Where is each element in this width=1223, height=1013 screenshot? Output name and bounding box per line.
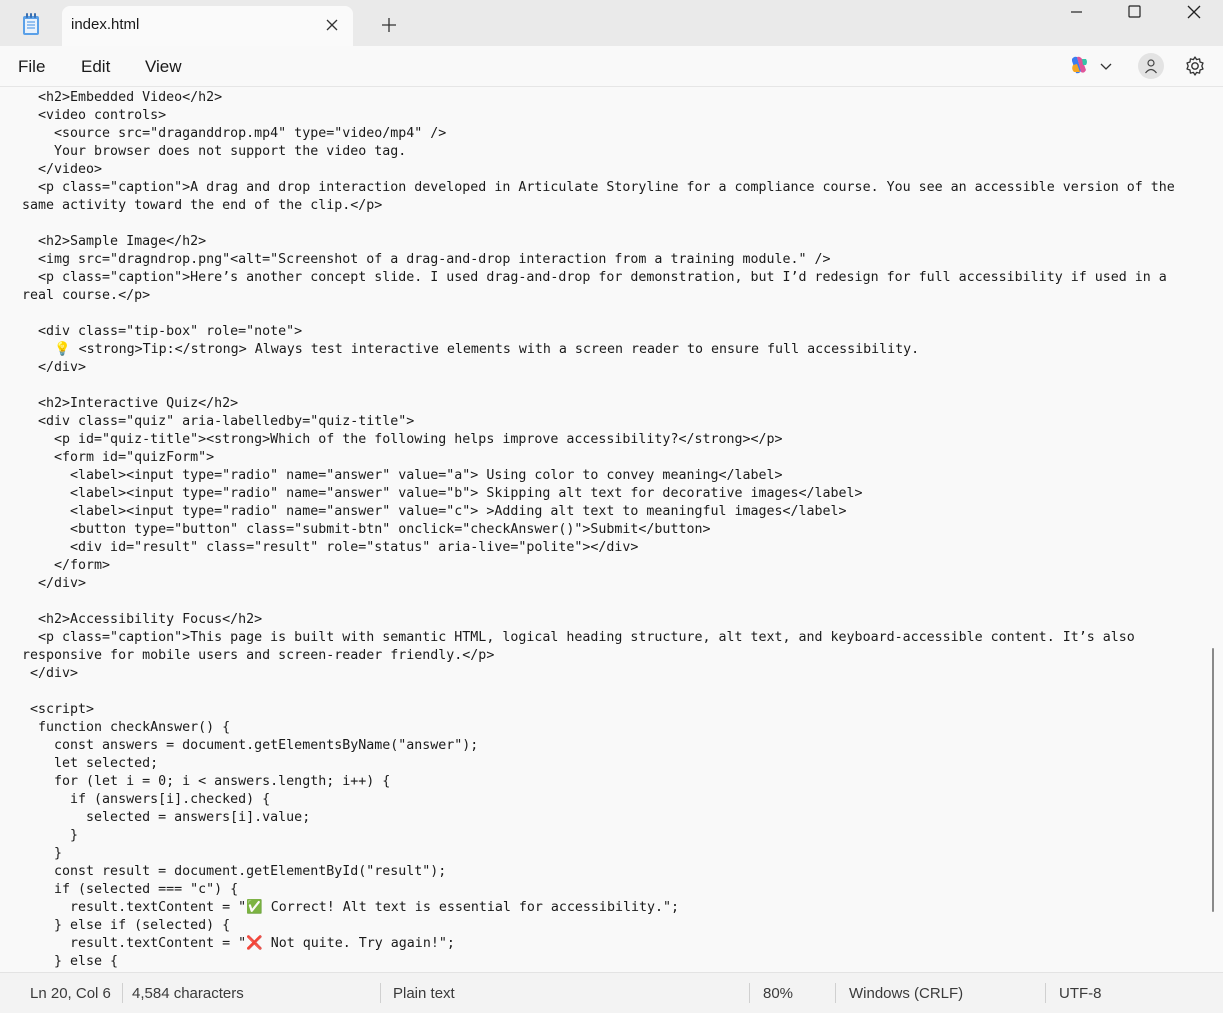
code-line[interactable]: </form> xyxy=(22,557,1212,575)
minimize-icon[interactable] xyxy=(1047,0,1105,30)
character-count: 4,584 characters xyxy=(132,985,244,1002)
tab-index-html[interactable]: index.html xyxy=(62,6,353,46)
divider xyxy=(835,983,836,1003)
code-line[interactable]: if (answers[i].checked) { xyxy=(22,791,1212,809)
code-line[interactable]: Your browser does not support the video … xyxy=(22,143,1212,161)
close-icon[interactable] xyxy=(324,17,340,33)
code-line[interactable]: } else if (selected) { xyxy=(22,917,1212,935)
code-line[interactable]: } xyxy=(22,827,1212,845)
code-line[interactable]: } else { xyxy=(22,953,1212,971)
code-line[interactable]: </video> xyxy=(22,161,1212,179)
notepad-icon xyxy=(20,12,42,36)
code-line[interactable]: <h2>Accessibility Focus</h2> xyxy=(22,611,1212,629)
code-line[interactable]: real course.</p> xyxy=(22,287,1212,305)
divider xyxy=(122,983,123,1003)
user-icon[interactable] xyxy=(1138,53,1164,79)
code-line[interactable]: const answers = document.getElementsByNa… xyxy=(22,737,1212,755)
code-line[interactable]: <label><input type="radio" name="answer"… xyxy=(22,503,1212,521)
code-line[interactable]: </div> xyxy=(22,575,1212,593)
menu-view[interactable]: View xyxy=(145,57,182,77)
code-line[interactable]: <label><input type="radio" name="answer"… xyxy=(22,485,1212,503)
chevron-down-icon[interactable] xyxy=(1100,59,1112,70)
code-line[interactable]: <div class="tip-box" role="note"> xyxy=(22,323,1212,341)
code-line[interactable]: <div class="quiz" aria-labelledby="quiz-… xyxy=(22,413,1212,431)
code-line[interactable]: <h2>Embedded Video</h2> xyxy=(22,89,1212,107)
menu-file[interactable]: File xyxy=(18,57,45,77)
code-line[interactable]: <button type="button" class="submit-btn"… xyxy=(22,521,1212,539)
gear-icon[interactable] xyxy=(1184,55,1206,77)
copilot-icon[interactable] xyxy=(1068,55,1090,75)
editor-content[interactable]: <h2>Embedded Video</h2> <video controls>… xyxy=(0,87,1212,971)
close-window-icon[interactable] xyxy=(1165,0,1223,30)
code-line[interactable] xyxy=(22,593,1212,611)
line-ending[interactable]: Windows (CRLF) xyxy=(849,985,963,1002)
code-line[interactable]: let selected; xyxy=(22,755,1212,773)
code-line[interactable]: responsive for mobile users and screen-r… xyxy=(22,647,1212,665)
title-bar: index.html xyxy=(0,0,1223,46)
menu-edit[interactable]: Edit xyxy=(81,57,110,77)
code-line[interactable]: same activity toward the end of the clip… xyxy=(22,197,1212,215)
code-line[interactable]: } xyxy=(22,845,1212,863)
code-line[interactable]: <h2>Sample Image</h2> xyxy=(22,233,1212,251)
plus-icon[interactable] xyxy=(380,16,398,34)
code-line[interactable]: <script> xyxy=(22,701,1212,719)
code-line[interactable]: <p id="quiz-title"><strong>Which of the … xyxy=(22,431,1212,449)
code-line[interactable]: <label><input type="radio" name="answer"… xyxy=(22,467,1212,485)
code-line[interactable]: <p class="caption">This page is built wi… xyxy=(22,629,1212,647)
code-line[interactable]: <h2>Interactive Quiz</h2> xyxy=(22,395,1212,413)
menu-bar: File Edit View xyxy=(0,46,1223,87)
code-line[interactable]: result.textContent = "✅ Correct! Alt tex… xyxy=(22,899,1212,917)
code-line[interactable]: <video controls> xyxy=(22,107,1212,125)
code-line[interactable]: <img src="dragndrop.png"<alt="Screenshot… xyxy=(22,251,1212,269)
code-line[interactable] xyxy=(22,215,1212,233)
status-bar: Ln 20, Col 6 4,584 characters Plain text… xyxy=(0,972,1223,1013)
code-line[interactable]: <p class="caption">Here’s another concep… xyxy=(22,269,1212,287)
vertical-scrollbar[interactable] xyxy=(1212,648,1214,912)
tab-title: index.html xyxy=(71,16,140,33)
code-line[interactable] xyxy=(22,377,1212,395)
code-line[interactable]: const result = document.getElementById("… xyxy=(22,863,1212,881)
code-line[interactable]: 💡 <strong>Tip:</strong> Always test inte… xyxy=(22,341,1212,359)
code-line[interactable]: for (let i = 0; i < answers.length; i++)… xyxy=(22,773,1212,791)
zoom-level[interactable]: 80% xyxy=(763,985,793,1002)
text-format[interactable]: Plain text xyxy=(393,985,455,1002)
code-line[interactable]: </div> xyxy=(22,359,1212,377)
cursor-position[interactable]: Ln 20, Col 6 xyxy=(30,985,111,1002)
code-line[interactable]: <source src="draganddrop.mp4" type="vide… xyxy=(22,125,1212,143)
text-editor[interactable]: <h2>Embedded Video</h2> <video controls>… xyxy=(0,87,1212,972)
code-line[interactable] xyxy=(22,305,1212,323)
code-line[interactable]: <form id="quizForm"> xyxy=(22,449,1212,467)
code-line[interactable]: if (selected === "c") { xyxy=(22,881,1212,899)
code-line[interactable] xyxy=(22,683,1212,701)
code-line[interactable]: </div> xyxy=(22,665,1212,683)
divider xyxy=(380,983,381,1003)
divider xyxy=(749,983,750,1003)
divider xyxy=(1045,983,1046,1003)
code-line[interactable]: <div id="result" class="result" role="st… xyxy=(22,539,1212,557)
code-line[interactable]: selected = answers[i].value; xyxy=(22,809,1212,827)
code-line[interactable]: function checkAnswer() { xyxy=(22,719,1212,737)
code-line[interactable]: <p class="caption">A drag and drop inter… xyxy=(22,179,1212,197)
maximize-icon[interactable] xyxy=(1106,0,1164,30)
code-line[interactable]: result.textContent = "❌ Not quite. Try a… xyxy=(22,935,1212,953)
encoding[interactable]: UTF-8 xyxy=(1059,985,1102,1002)
